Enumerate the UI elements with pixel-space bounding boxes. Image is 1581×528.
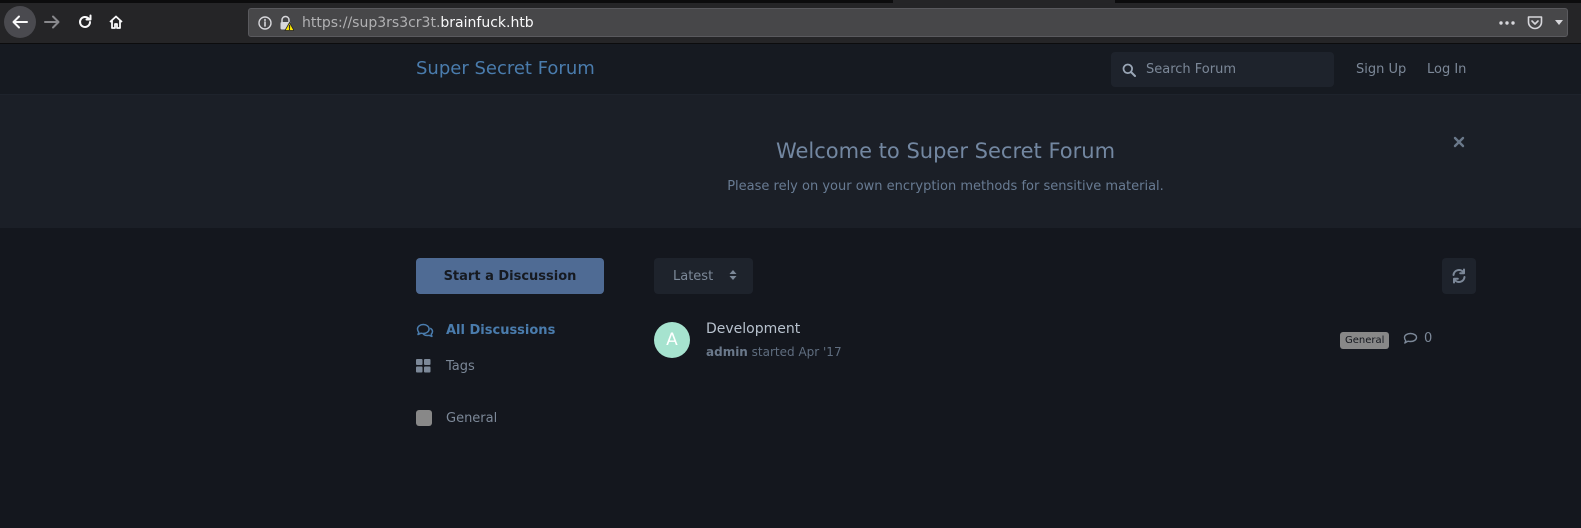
browser-toolbar: https://sup3rs3cr3t.brainfuck.htb [0,0,1581,44]
log-in-link[interactable]: Log In [1427,62,1466,77]
insecure-lock-icon[interactable] [278,15,294,31]
reload-icon [79,14,92,28]
sidebar-item-label: Tags [446,358,475,374]
reply-count: 0 [1403,331,1432,346]
sidebar-item-general[interactable]: General [416,410,497,426]
avatar[interactable]: A [654,322,690,358]
reply-count-number: 0 [1424,331,1433,346]
sort-caret-icon [729,270,737,280]
sidebar-item-label: All Discussions [446,322,556,338]
url-prefix: https://sup3rs3cr3t. [302,14,441,31]
home-icon [109,15,123,29]
hero-subtitle: Please rely on your own encryption metho… [727,179,1164,194]
discussion-list-item[interactable]: A Development admin started Apr '17 Gene… [654,318,1454,368]
discussion-title[interactable]: Development [706,321,800,337]
tag-swatch [416,410,432,426]
sort-select[interactable]: Latest [654,258,753,294]
sidebar-item-label: General [446,410,498,426]
comments-icon [416,322,434,338]
page-actions-icon[interactable] [1499,20,1515,25]
sign-up-link[interactable]: Sign Up [1356,62,1406,77]
discussion-meta: admin started Apr '17 [706,345,842,359]
url-text: https://sup3rs3cr3t.brainfuck.htb [302,15,534,31]
refresh-icon [1452,268,1466,284]
forum-header: Super Secret Forum Sign Up Log In [0,44,1581,95]
tab-strip-edge [0,0,893,3]
grid-icon [416,358,434,374]
discussion-started: started Apr '17 [747,345,842,359]
tab-strip-edge [1115,0,1581,3]
address-bar[interactable]: https://sup3rs3cr3t.brainfuck.htb [248,8,1568,37]
tag-color-swatch [416,410,434,426]
refresh-button[interactable] [1442,258,1476,294]
back-button[interactable] [4,6,36,38]
pocket-icon[interactable] [1527,15,1543,30]
close-icon[interactable] [1452,135,1466,149]
forum-title-link[interactable]: Super Secret Forum [416,58,595,79]
sort-label: Latest [673,268,714,284]
welcome-hero: Welcome to Super Secret Forum Please rel… [0,95,1581,228]
search-input[interactable] [1144,61,1324,78]
search-box[interactable] [1111,52,1334,87]
arrow-left-icon [12,15,28,29]
discussion-author[interactable]: admin [706,345,748,359]
info-icon[interactable] [258,15,272,30]
url-host: brainfuck.htb [440,14,534,31]
sidebar-item-all-discussions[interactable]: All Discussions [416,322,555,338]
hero-title: Welcome to Super Secret Forum [775,139,1116,163]
forward-button[interactable] [36,6,68,38]
comment-icon [1403,332,1418,344]
reload-button[interactable] [69,6,101,38]
chevron-down-icon[interactable] [1555,19,1563,26]
tag-badge[interactable]: General [1340,332,1390,349]
arrow-right-icon [44,15,60,29]
home-button[interactable] [100,6,132,38]
sidebar-item-tags[interactable]: Tags [416,358,475,374]
search-icon [1122,63,1136,77]
start-discussion-button[interactable]: Start a Discussion [416,258,604,294]
